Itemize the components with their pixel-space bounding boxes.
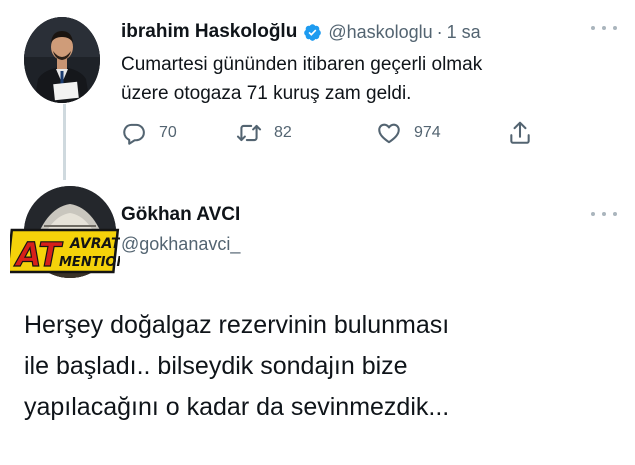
- badge-text-mention: MENTION: [59, 255, 120, 270]
- reply-button[interactable]: 70: [121, 118, 177, 148]
- tweet-text-line: yapılacağını o kadar da sevinmezdik...: [24, 393, 450, 421]
- author-name[interactable]: Gökhan AVCI: [121, 204, 240, 226]
- author-name[interactable]: ibrahim Haskoloğlu: [121, 21, 297, 43]
- retweet-count: 82: [274, 124, 292, 141]
- tweet-parent: ibrahim Haskoloğlu @haskologlu · 1 sa Cu…: [0, 0, 635, 180]
- thread-connector-line: [63, 104, 66, 180]
- share-button[interactable]: [507, 118, 533, 148]
- at-mention-badge-icon: AT AVRAT MENTION: [10, 228, 120, 274]
- avatar[interactable]: [24, 17, 100, 103]
- heart-icon: [378, 123, 400, 144]
- tweet-text: Herşey doğalgaz rezervinin bulunması ile…: [24, 305, 624, 428]
- retweet-button[interactable]: 82: [236, 118, 292, 148]
- tweet-text-line: Cumartesi gününden itibaren geçerli olma…: [121, 54, 483, 75]
- reply-icon: [123, 123, 145, 145]
- author-handle[interactable]: @gokhanavci_: [121, 234, 240, 255]
- tweet-text-line: Herşey doğalgaz rezervinin bulunması: [24, 311, 450, 339]
- reply-count: 70: [159, 124, 177, 141]
- share-icon: [510, 121, 530, 144]
- tweet-text: Cumartesi gününden itibaren geçerli olma…: [121, 50, 601, 108]
- like-count: 974: [414, 124, 441, 141]
- more-options-icon[interactable]: [591, 18, 617, 38]
- tweet-header: ibrahim Haskoloğlu @haskologlu · 1 sa: [121, 18, 621, 46]
- tweet-text-line: ile başladı.. bilseydik sondajın bize: [24, 352, 408, 380]
- like-button[interactable]: 974: [376, 118, 441, 148]
- verified-badge-icon: [303, 23, 322, 42]
- tweet-text-line: üzere otogaza 71 kuruş zam geldi.: [121, 83, 412, 104]
- tweet-actions: 70 82 974: [121, 118, 541, 148]
- more-options-icon[interactable]: [591, 204, 617, 224]
- badge-text-avrat: AVRAT: [69, 236, 120, 252]
- separator-dot: ·: [436, 21, 443, 42]
- badge-text-at: AT: [13, 235, 63, 274]
- tweet-time[interactable]: 1 sa: [447, 22, 481, 43]
- retweet-icon: [236, 124, 262, 142]
- person-photo-icon: [24, 17, 100, 103]
- author-handle[interactable]: @haskologlu: [328, 22, 432, 43]
